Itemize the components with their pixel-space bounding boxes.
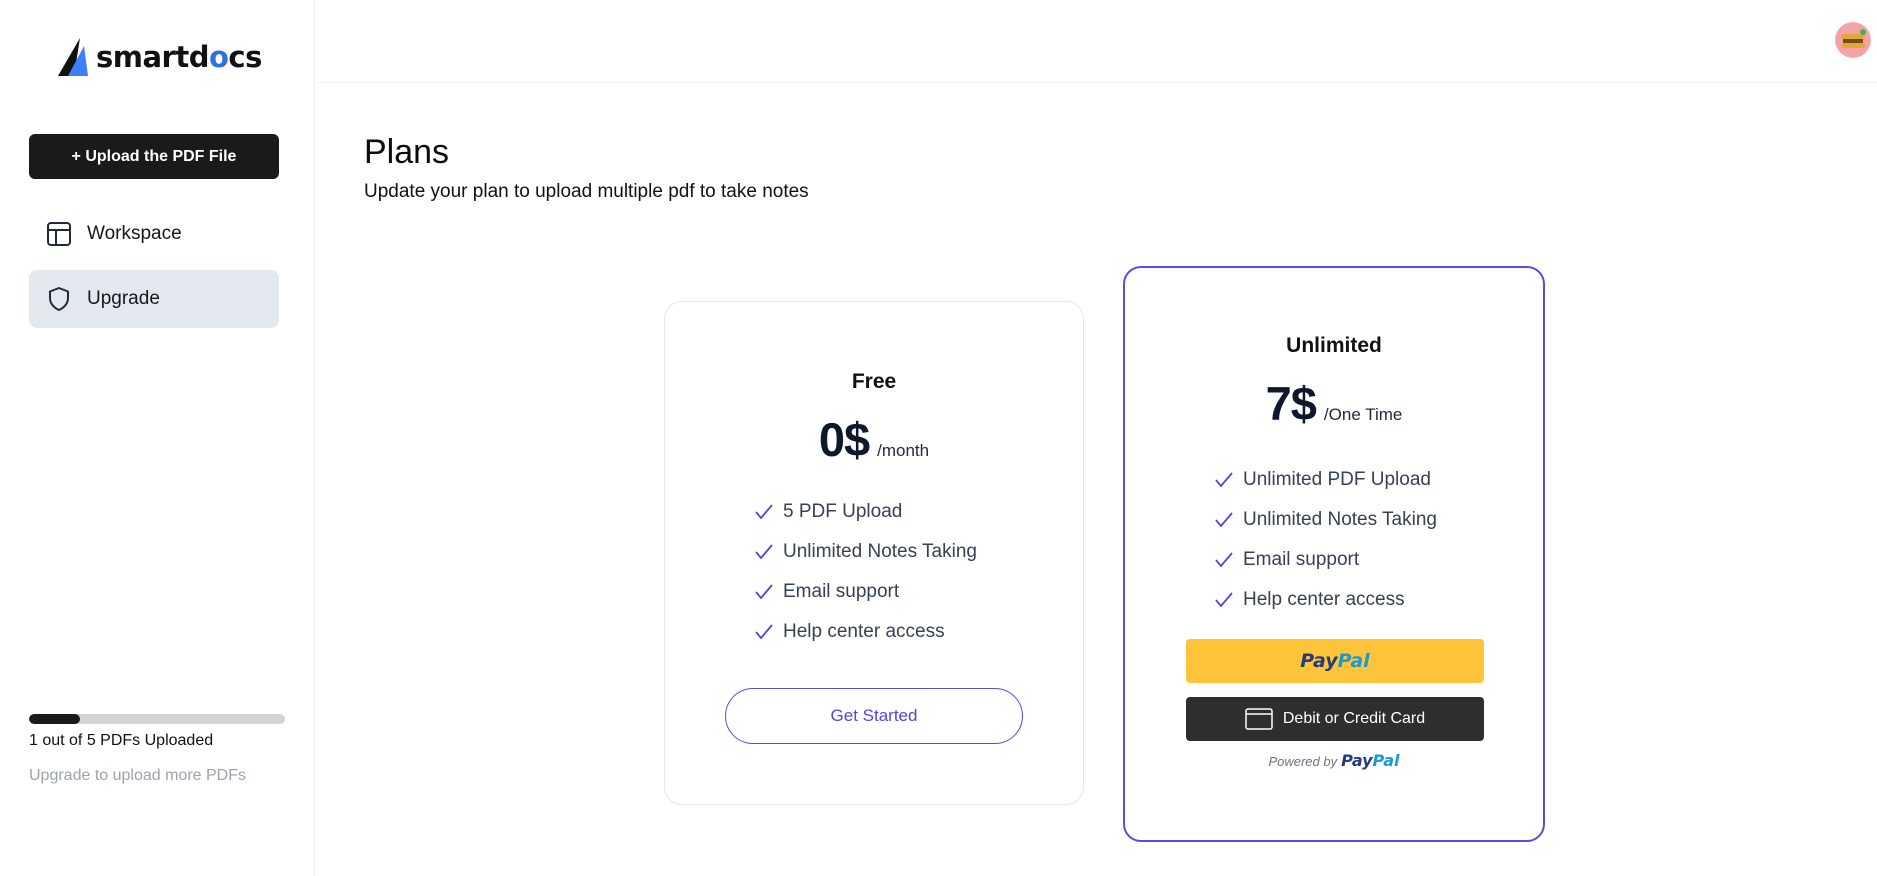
logo-sail-icon [58,38,88,76]
powered-by-paypal: Powered by PayPal [1268,751,1400,770]
feature-item: Unlimited Notes Taking [753,532,977,572]
feature-item: Unlimited Notes Taking [1213,500,1437,540]
feature-item: Unlimited PDF Upload [1213,460,1437,500]
price-amount: 0$ [818,413,870,466]
check-icon [755,504,773,520]
check-icon [1215,512,1233,528]
feature-item: Email support [753,572,977,612]
debit-credit-card-button[interactable]: Debit or Credit Card [1186,697,1484,741]
feature-list: 5 PDF Upload Unlimited Notes Taking Emai… [753,492,977,652]
plan-card-free: Free 0$ /month 5 PDF Upload Unlimited No… [664,301,1084,805]
plan-card-unlimited: Unlimited 7$ /One Time Unlimited PDF Upl… [1123,266,1545,842]
get-started-button[interactable]: Get Started [725,688,1023,744]
top-header [316,0,1877,83]
plan-price: 7$ /One Time [1125,376,1543,431]
upload-pdf-button[interactable]: + Upload the PDF File [29,134,279,179]
feature-item: Help center access [753,612,977,652]
check-icon [755,624,773,640]
shield-icon [45,285,73,313]
paypal-logo: PayPal [1341,751,1400,770]
user-avatar[interactable] [1835,22,1871,58]
upgrade-hint-text: Upgrade to upload more PDFs [29,767,246,784]
check-icon [1215,472,1233,488]
check-icon [755,584,773,600]
sidebar-item-label: Workspace [87,223,182,244]
layout-icon [45,220,73,248]
sidebar: smartdocs + Upload the PDF File Workspac… [0,0,315,876]
sidebar-item-label: Upgrade [87,288,160,309]
price-period: /month [877,441,930,460]
sidebar-item-workspace[interactable]: Workspace [29,205,279,263]
check-icon [1215,592,1233,608]
page-title: Plans [364,133,450,171]
credit-card-icon [1245,708,1273,730]
check-icon [755,544,773,560]
logo-text: smartdocs [96,40,262,74]
price-amount: 7$ [1265,377,1317,430]
paypal-logo: PayPal [1300,650,1370,672]
upload-progress-bar [29,714,285,724]
page-subtitle: Update your plan to upload multiple pdf … [364,181,809,202]
upload-count-text: 1 out of 5 PDFs Uploaded [29,732,214,749]
upload-progress-fill [29,714,81,724]
feature-item: Help center access [1213,580,1437,620]
feature-item: Email support [1213,540,1437,580]
app-logo[interactable]: smartdocs [54,36,262,78]
plan-price: 0$ /month [665,412,1083,467]
plan-name: Unlimited [1286,334,1382,357]
feature-item: 5 PDF Upload [753,492,977,532]
plan-name: Free [851,370,897,393]
price-period: /One Time [1323,405,1403,424]
card-button-label: Debit or Credit Card [1282,710,1426,727]
paypal-button[interactable]: PayPal [1186,639,1484,683]
sidebar-item-upgrade[interactable]: Upgrade [29,270,279,328]
check-icon [1215,552,1233,568]
feature-list: Unlimited PDF Upload Unlimited Notes Tak… [1213,460,1437,620]
